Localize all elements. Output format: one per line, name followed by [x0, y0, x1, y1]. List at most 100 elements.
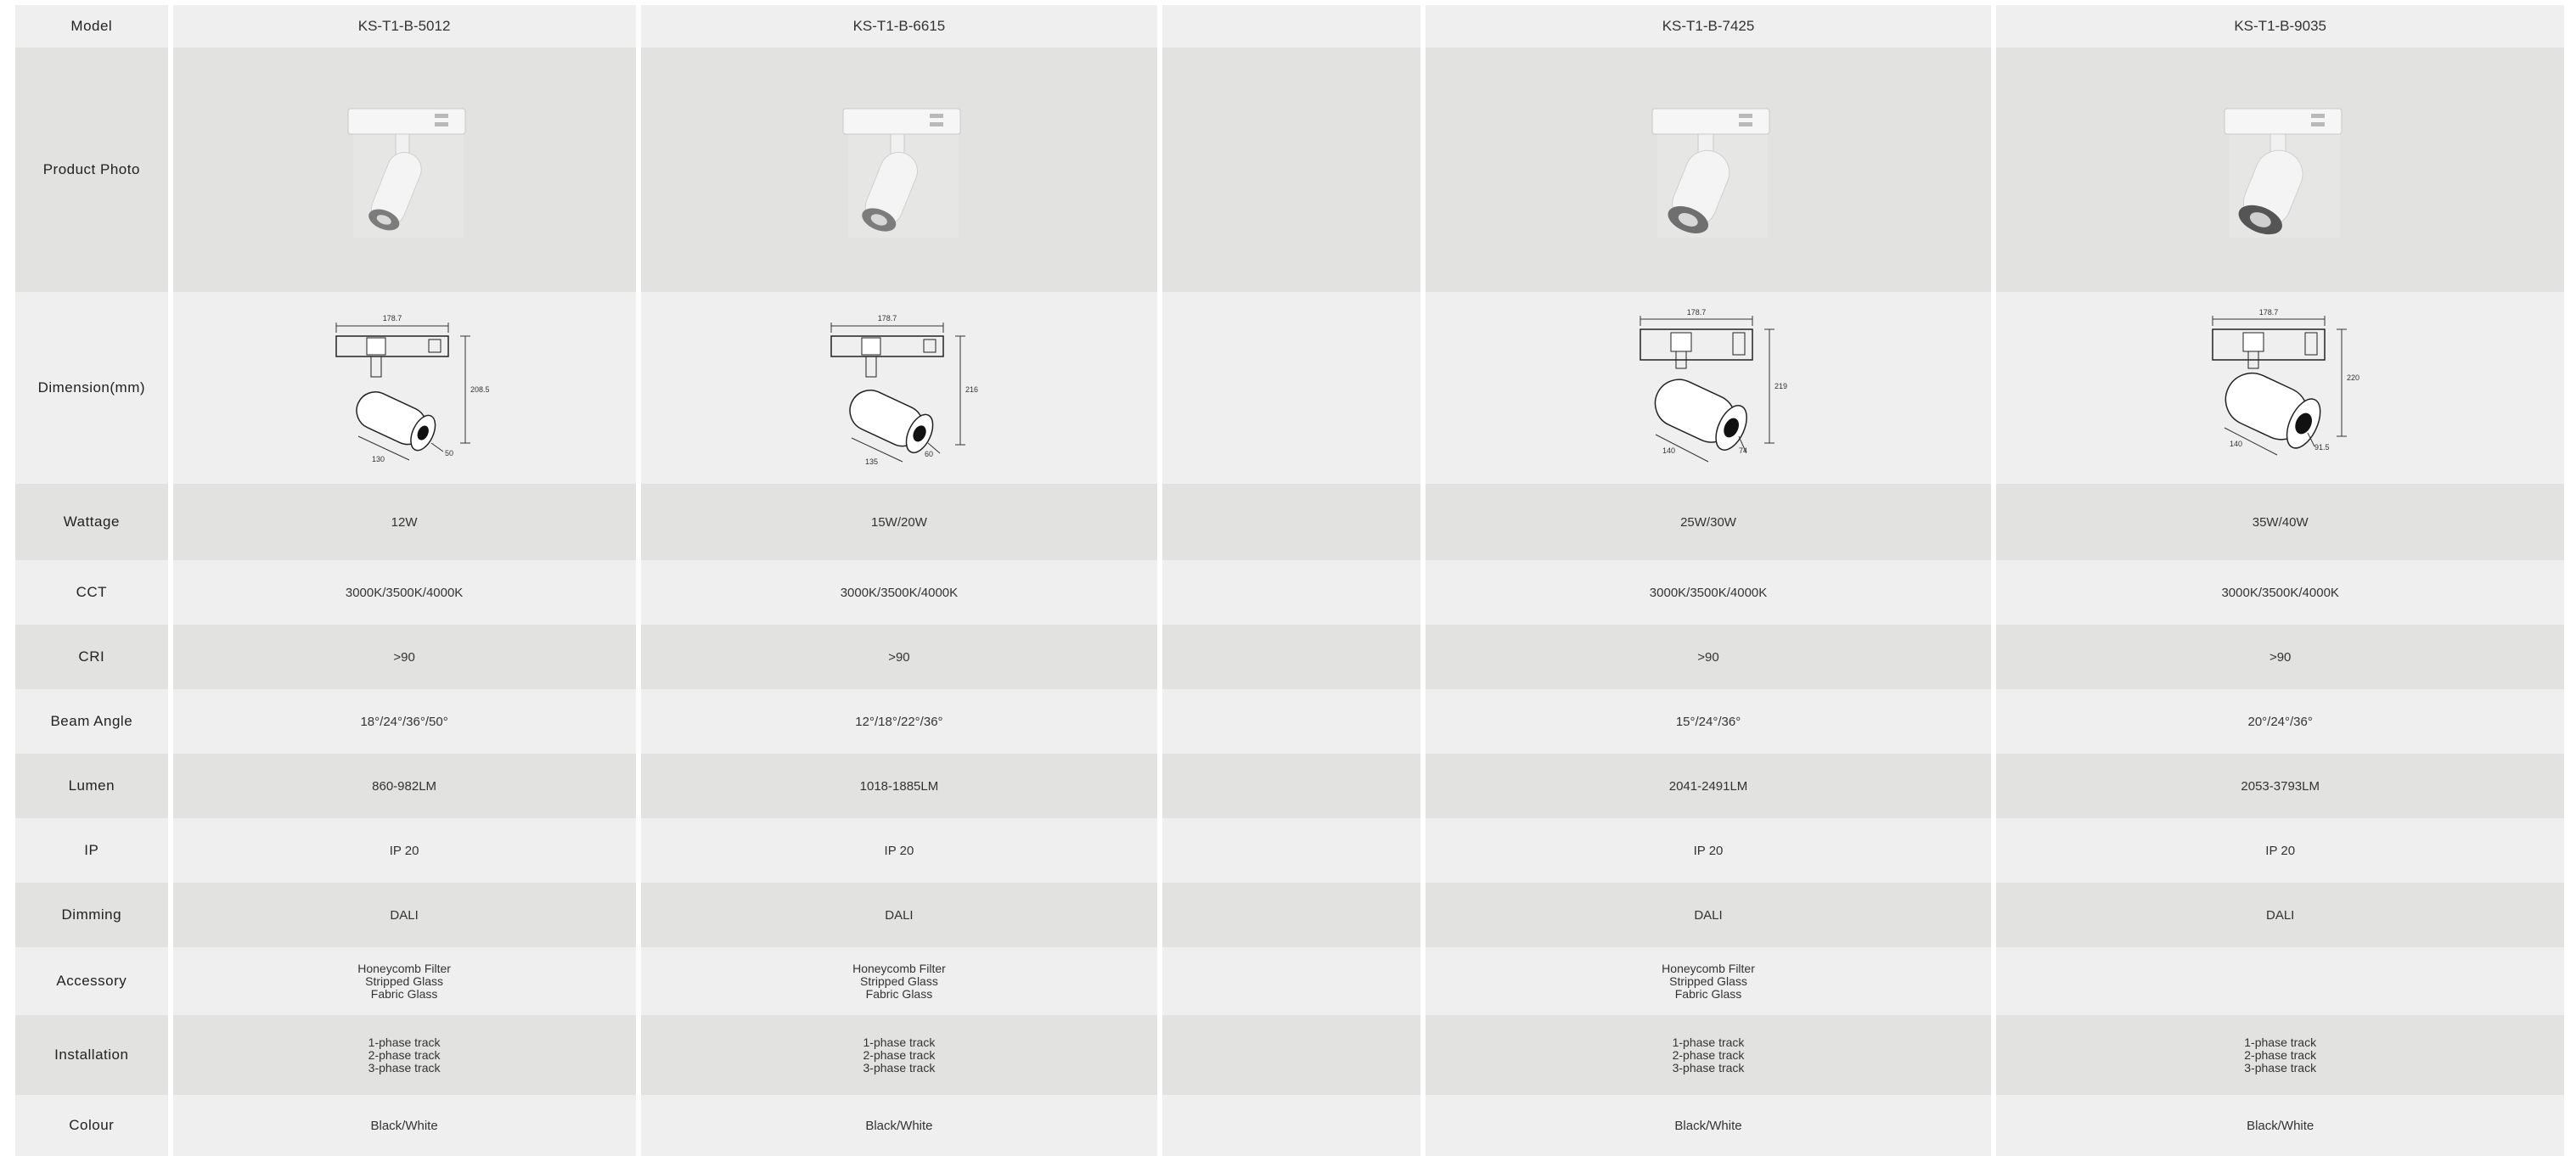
wattage-value: 25W/30W — [1425, 484, 1992, 560]
cct-row: CCT 3000K/3500K/4000K 3000K/3500K/4000K … — [15, 560, 2565, 625]
dimming-value: DALI — [1996, 883, 2565, 947]
wattage-value: 15W/20W — [640, 484, 1158, 560]
dimming-label: Dimming — [15, 883, 168, 947]
height-dimension: 220 — [2347, 373, 2359, 382]
dimension-drawing: 178.7 208.5 130 50 — [335, 314, 489, 463]
ip-value: IP 20 — [1425, 818, 1992, 883]
dimension-label: Dimension(mm) — [15, 292, 168, 484]
accessory-list — [1996, 947, 2565, 1015]
accessory-list — [1162, 947, 1420, 1015]
dimension-drawing-cell: 178.7 219 140 74 — [1425, 292, 1992, 484]
diameter-dimension: 50 — [445, 449, 453, 457]
length-dimension: 140 — [2230, 440, 2242, 448]
height-dimension: 208.5 — [470, 385, 489, 394]
model-name: KS-T1-B-7425 — [1425, 5, 1992, 48]
installation-label: Installation — [15, 1015, 168, 1095]
diameter-dimension: 60 — [925, 450, 933, 458]
dimming-value: DALI — [1425, 883, 1992, 947]
model-label: Model — [15, 5, 168, 48]
accessory-list: Honeycomb Filter Stripped Glass Fabric G… — [172, 947, 636, 1015]
installation-list: 1-phase track 2-phase track 3-phase trac… — [172, 1015, 636, 1095]
colour-row: Colour Black/White Black/White Black/Whi… — [15, 1095, 2565, 1156]
installation-item: 1-phase track — [863, 1035, 936, 1049]
dimension-drawing: 178.7 216 135 60 — [830, 314, 978, 466]
empty-dimension-cell — [1162, 292, 1420, 484]
beam-angle-value: 15°/24°/36° — [1425, 689, 1992, 754]
track-spotlight-image — [347, 108, 466, 238]
cct-label: CCT — [15, 560, 168, 625]
accessory-item: Stripped Glass — [860, 974, 938, 988]
installation-list: 1-phase track 2-phase track 3-phase trac… — [1996, 1015, 2565, 1095]
width-dimension: 178.7 — [383, 314, 402, 323]
dimension-drawing: 178.7 219 140 74 — [1640, 308, 1787, 463]
installation-list: 1-phase track 2-phase track 3-phase trac… — [640, 1015, 1158, 1095]
cri-label: CRI — [15, 625, 168, 689]
lumen-value: 2053-3793LM — [1996, 754, 2565, 818]
lumen-value: 1018-1885LM — [640, 754, 1158, 818]
installation-item: 1-phase track — [1672, 1035, 1745, 1049]
diameter-dimension: 91.5 — [2314, 443, 2330, 452]
colour-value: Black/White — [172, 1095, 636, 1156]
product-photo-cell — [640, 48, 1158, 292]
dimming-value: DALI — [172, 883, 636, 947]
accessory-item: Fabric Glass — [1674, 986, 1742, 1001]
dimming-row: Dimming DALI DALI DALI DALI — [15, 883, 2565, 947]
dimension-drawing-cell: 178.7 220 140 91.5 — [1996, 292, 2565, 484]
wattage-value — [1162, 484, 1420, 560]
colour-value: Black/White — [640, 1095, 1158, 1156]
installation-item: 2-phase track — [1672, 1047, 1745, 1062]
model-name — [1162, 5, 1420, 48]
product-photo-cell — [1996, 48, 2565, 292]
model-name: KS-T1-B-6615 — [640, 5, 1158, 48]
length-dimension: 140 — [1662, 446, 1675, 455]
width-dimension: 178.7 — [1687, 308, 1707, 317]
height-dimension: 219 — [1775, 382, 1787, 390]
accessory-item: Honeycomb Filter — [1662, 961, 1755, 975]
installation-item: 2-phase track — [2244, 1047, 2317, 1062]
beam-angle-value: 12°/18°/22°/36° — [640, 689, 1158, 754]
cct-value: 3000K/3500K/4000K — [1996, 560, 2565, 625]
product-photo-cell — [172, 48, 636, 292]
track-spotlight-image — [1651, 108, 1770, 238]
dimming-value — [1162, 883, 1420, 947]
ip-row: IP IP 20 IP 20 IP 20 IP 20 — [15, 818, 2565, 883]
installation-item: 1-phase track — [368, 1035, 441, 1049]
photo-row: Product Photo — [15, 48, 2565, 292]
beam-angle-value — [1162, 689, 1420, 754]
installation-item: 3-phase track — [1672, 1060, 1745, 1075]
model-name: KS-T1-B-5012 — [172, 5, 636, 48]
accessory-item: Honeycomb Filter — [357, 961, 451, 975]
accessory-item: Honeycomb Filter — [852, 961, 946, 975]
cri-row: CRI >90 >90 >90 >90 — [15, 625, 2565, 689]
colour-value: Black/White — [1996, 1095, 2565, 1156]
accessory-list: Honeycomb Filter Stripped Glass Fabric G… — [640, 947, 1158, 1015]
installation-item: 2-phase track — [368, 1047, 441, 1062]
installation-list — [1162, 1015, 1420, 1095]
track-spotlight-image — [842, 108, 961, 238]
ip-value: IP 20 — [1996, 818, 2565, 883]
empty-photo-cell — [1162, 48, 1420, 292]
dimension-drawing: 178.7 220 140 91.5 — [2211, 308, 2359, 456]
accessory-label: Accessory — [15, 947, 168, 1015]
installation-item: 3-phase track — [863, 1060, 936, 1075]
model-row: Model KS-T1-B-5012 KS-T1-B-6615 KS-T1-B-… — [15, 5, 2565, 48]
colour-value — [1162, 1095, 1420, 1156]
wattage-row: Wattage 12W 15W/20W 25W/30W 35W/40W — [15, 484, 2565, 560]
dimension-drawing-cell: 178.7 216 135 60 — [640, 292, 1158, 484]
cri-value: >90 — [1996, 625, 2565, 689]
lumen-value: 2041-2491LM — [1425, 754, 1992, 818]
installation-item: 3-phase track — [368, 1060, 441, 1075]
cct-value: 3000K/3500K/4000K — [1425, 560, 1992, 625]
installation-item: 3-phase track — [2244, 1060, 2317, 1075]
beam-angle-row: Beam Angle 18°/24°/36°/50° 12°/18°/22°/3… — [15, 689, 2565, 754]
installation-item: 2-phase track — [863, 1047, 936, 1062]
installation-row: Installation 1-phase track 2-phase track… — [15, 1015, 2565, 1095]
cct-value — [1162, 560, 1420, 625]
colour-value: Black/White — [1425, 1095, 1992, 1156]
ip-label: IP — [15, 818, 168, 883]
beam-angle-value: 18°/24°/36°/50° — [172, 689, 636, 754]
model-name: KS-T1-B-9035 — [1996, 5, 2565, 48]
accessory-item: Stripped Glass — [365, 974, 443, 988]
length-dimension: 135 — [865, 457, 878, 466]
cri-value — [1162, 625, 1420, 689]
